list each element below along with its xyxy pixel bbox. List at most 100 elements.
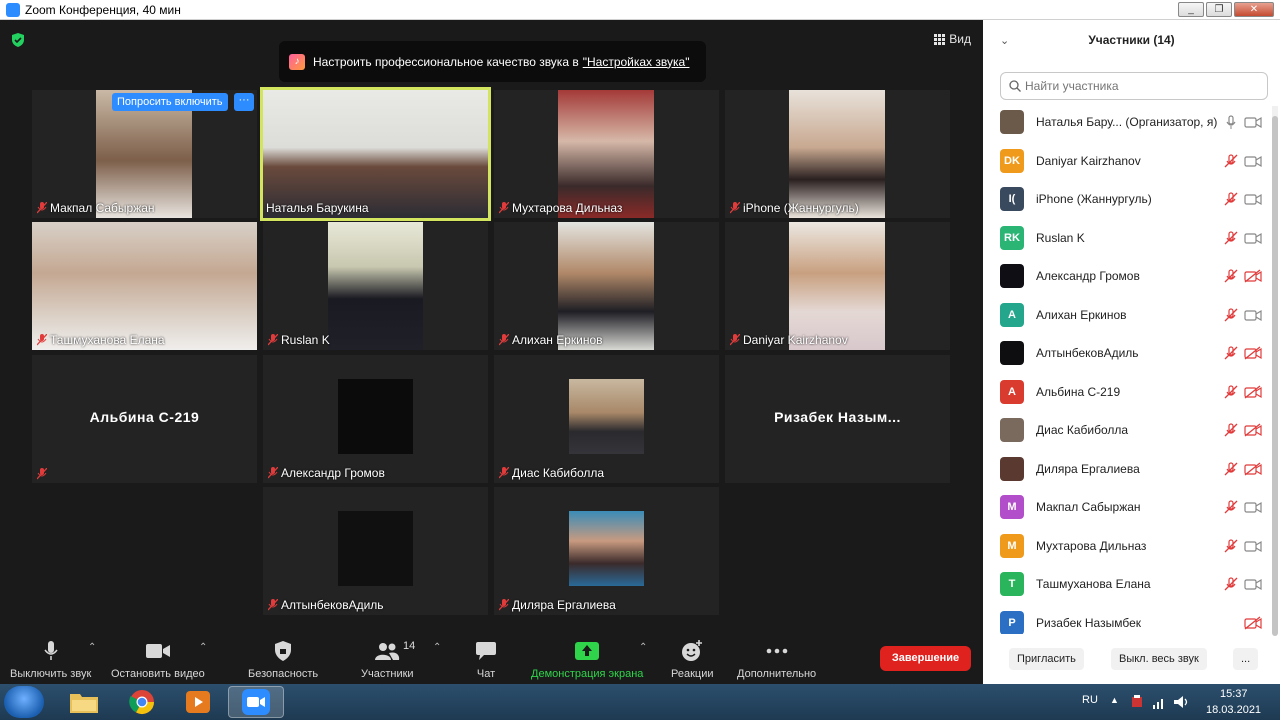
participant-row[interactable]: RK Ruslan K bbox=[983, 219, 1268, 257]
security-button[interactable]: Безопасность bbox=[248, 640, 318, 680]
participant-name: Ruslan K bbox=[281, 333, 330, 347]
share-options-chevron-icon[interactable]: ⌃ bbox=[639, 642, 647, 653]
muted-mic-icon bbox=[498, 201, 510, 214]
more-options-button[interactable]: Дополнительно bbox=[737, 640, 816, 680]
participant-row[interactable]: Александр Громов bbox=[983, 257, 1268, 295]
participant-row[interactable]: I(iPhone (Жаннургуль) bbox=[983, 180, 1268, 218]
participant-row[interactable]: M Мухтарова Дильназ bbox=[983, 527, 1268, 565]
chrome-icon bbox=[129, 690, 154, 715]
audio-options-chevron-icon[interactable]: ⌃ bbox=[88, 642, 96, 653]
participant-row[interactable]: АлтынбековАдиль bbox=[983, 334, 1268, 372]
encryption-shield-icon[interactable] bbox=[11, 33, 25, 47]
video-tile[interactable]: Попросить включить ··· Макпал Сабыржан bbox=[32, 90, 257, 218]
muted-mic-icon bbox=[1224, 346, 1238, 360]
participants-options-chevron-icon[interactable]: ⌃ bbox=[433, 642, 441, 653]
muted-mic-icon bbox=[1224, 230, 1238, 245]
meeting-area: Вид ♪ Настроить профессиональное качеств… bbox=[0, 20, 983, 684]
stop-video-button[interactable]: Остановить видео bbox=[111, 640, 205, 680]
end-meeting-button[interactable]: Завершение bbox=[880, 646, 971, 671]
video-tile[interactable]: Daniyar Kairzhanov bbox=[725, 222, 950, 350]
participant-row[interactable]: Диас Кабиболла bbox=[983, 411, 1268, 449]
video-tile[interactable]: Ризабек Назым... bbox=[725, 355, 950, 483]
participant-row[interactable]: Наталья Бару... (Организатор, я) bbox=[983, 106, 1268, 141]
muted-mic-icon bbox=[1224, 269, 1238, 283]
muted-mic-icon bbox=[498, 333, 510, 346]
language-indicator[interactable]: RU bbox=[1082, 694, 1098, 706]
maximize-button[interactable]: ❐ bbox=[1206, 2, 1232, 17]
video-tile[interactable]: Ташмуханова Елана bbox=[32, 222, 257, 350]
video-camera-icon bbox=[1244, 539, 1262, 553]
zoom-taskbar-button[interactable] bbox=[228, 686, 284, 718]
participant-name: Диас Кабиболла bbox=[512, 466, 605, 480]
music-note-icon: ♪ bbox=[289, 53, 305, 70]
avatar: A bbox=[1000, 379, 1024, 404]
tray-expand-icon[interactable]: ▲ bbox=[1110, 695, 1119, 705]
panel-more-button[interactable]: ... bbox=[1233, 648, 1259, 670]
video-options-chevron-icon[interactable]: ⌃ bbox=[199, 642, 207, 653]
explorer-taskbar-button[interactable] bbox=[56, 686, 112, 718]
audio-settings-link[interactable]: "Настройках звука" bbox=[583, 55, 690, 69]
video-tile[interactable]: Ruslan K bbox=[263, 222, 488, 350]
mute-button[interactable]: Выключить звук bbox=[10, 640, 91, 680]
invite-button[interactable]: Пригласить bbox=[1009, 648, 1084, 670]
video-off-icon bbox=[1244, 269, 1262, 283]
minimize-button[interactable]: _ bbox=[1178, 2, 1204, 17]
avatar: P bbox=[1000, 610, 1024, 634]
clock-date[interactable]: 18.03.2021 bbox=[1206, 704, 1261, 716]
video-camera-icon bbox=[1244, 577, 1262, 591]
participant-row[interactable]: T Ташмуханова Елана bbox=[983, 565, 1268, 603]
scrollbar-thumb[interactable] bbox=[1272, 116, 1278, 636]
muted-mic-icon bbox=[36, 333, 48, 346]
muted-mic-icon bbox=[1224, 538, 1238, 553]
participants-panel: ⌄ Участники (14) Наталья Бару... (Органи… bbox=[983, 20, 1280, 684]
mute-all-button[interactable]: Выкл. весь звук bbox=[1111, 648, 1207, 670]
clock-time[interactable]: 15:37 bbox=[1220, 688, 1248, 700]
muted-mic-icon bbox=[36, 201, 48, 214]
participant-row-name: Макпал Сабыржан bbox=[1036, 500, 1141, 514]
reactions-button[interactable]: Реакции bbox=[671, 640, 714, 680]
view-button[interactable]: Вид bbox=[934, 32, 971, 46]
chat-button[interactable]: Чат bbox=[476, 640, 496, 680]
video-tile-active-speaker[interactable]: Наталья Барукина bbox=[260, 87, 491, 221]
chrome-taskbar-button[interactable] bbox=[114, 686, 170, 718]
avatar bbox=[1000, 341, 1024, 365]
video-tile[interactable]: Диас Кабиболла bbox=[494, 355, 719, 483]
participant-list-scrollbar[interactable] bbox=[1272, 106, 1278, 636]
chat-label: Чат bbox=[476, 668, 496, 680]
avatar bbox=[1000, 110, 1024, 134]
video-off-icon bbox=[1244, 423, 1262, 437]
participant-search[interactable] bbox=[1000, 72, 1268, 100]
participant-row[interactable]: A Альбина С-219 bbox=[983, 373, 1268, 411]
ask-to-unmute-button[interactable]: Попросить включить bbox=[112, 93, 228, 111]
close-button[interactable]: ✕ bbox=[1234, 2, 1274, 17]
reactions-label: Реакции bbox=[671, 668, 714, 680]
participant-search-input[interactable] bbox=[1025, 79, 1255, 93]
network-signal-icon[interactable] bbox=[1152, 695, 1166, 709]
tile-more-button[interactable]: ··· bbox=[234, 93, 254, 111]
video-tile[interactable]: Альбина С-219 bbox=[32, 355, 257, 483]
avatar: M bbox=[1000, 495, 1024, 519]
video-tile[interactable]: Александр Громов bbox=[263, 355, 488, 483]
participant-row[interactable]: A Алихан Еркинов bbox=[983, 296, 1268, 334]
participants-count: 14 bbox=[403, 640, 416, 652]
video-tile[interactable]: АлтынбековАдиль bbox=[263, 487, 488, 615]
share-screen-button[interactable]: Демонстрация экрана bbox=[531, 640, 643, 680]
muted-mic-icon bbox=[1224, 384, 1238, 399]
participant-row[interactable]: M Макпал Сабыржан bbox=[983, 488, 1268, 526]
chat-bubble-icon bbox=[476, 642, 496, 660]
participant-row-name: Альбина С-219 bbox=[1036, 384, 1121, 399]
video-tile[interactable]: Мухтарова Дильназ bbox=[494, 90, 719, 218]
video-camera-icon bbox=[1244, 192, 1262, 206]
media-player-taskbar-button[interactable] bbox=[170, 686, 226, 718]
participant-name: Александр Громов bbox=[281, 466, 385, 480]
participant-row[interactable]: P Ризабек Назымбек bbox=[983, 604, 1268, 634]
video-tile[interactable]: iPhone (Жаннургуль) bbox=[725, 90, 950, 218]
muted-mic-icon bbox=[498, 598, 510, 611]
start-button[interactable] bbox=[4, 686, 44, 718]
tray-app-icon[interactable] bbox=[1130, 695, 1144, 709]
participant-row[interactable]: Диляра Ергалиева bbox=[983, 450, 1268, 488]
volume-icon[interactable] bbox=[1174, 695, 1190, 709]
participant-row[interactable]: DK Daniyar Kairzhanov bbox=[983, 142, 1268, 180]
video-tile[interactable]: Алихан Еркинов bbox=[494, 222, 719, 350]
video-tile[interactable]: Диляра Ергалиева bbox=[494, 487, 719, 615]
